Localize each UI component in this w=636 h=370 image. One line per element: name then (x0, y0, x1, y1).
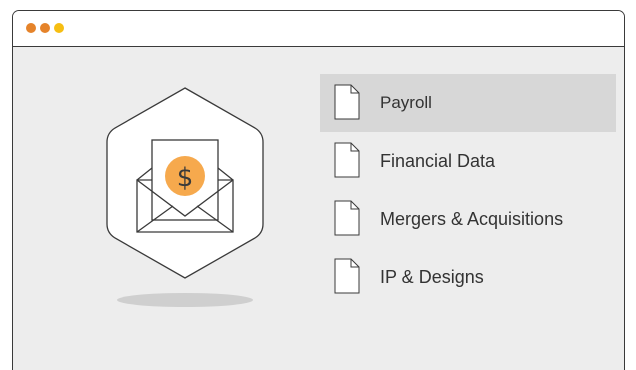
file-label: Payroll (380, 93, 432, 112)
envelope-dollar-icon: $ (106, 87, 264, 307)
document-icon (334, 258, 360, 294)
minimize-window-button[interactable] (40, 23, 50, 33)
envelope-illustration: $ (95, 84, 275, 324)
file-list: Payroll Financial Data Mergers & Acquisi… (320, 74, 616, 306)
maximize-window-button[interactable] (54, 23, 64, 33)
app-window: $ Payroll Financial Data Mergers & Acqui… (12, 10, 625, 370)
title-bar (13, 11, 624, 47)
file-item-ip-designs[interactable]: IP & Designs (320, 248, 616, 306)
file-item-payroll[interactable]: Payroll (320, 74, 616, 132)
file-item-mergers-acquisitions[interactable]: Mergers & Acquisitions (320, 190, 616, 248)
file-label: Financial Data (380, 150, 496, 171)
file-label: IP & Designs (380, 266, 484, 287)
shadow-shape (117, 293, 253, 307)
close-window-button[interactable] (26, 23, 36, 33)
document-icon (334, 200, 360, 236)
file-label: Mergers & Acquisitions (380, 208, 564, 229)
document-icon (334, 84, 360, 120)
dollar-symbol: $ (177, 163, 194, 193)
document-icon (334, 142, 360, 178)
file-item-financial-data[interactable]: Financial Data (320, 132, 616, 190)
